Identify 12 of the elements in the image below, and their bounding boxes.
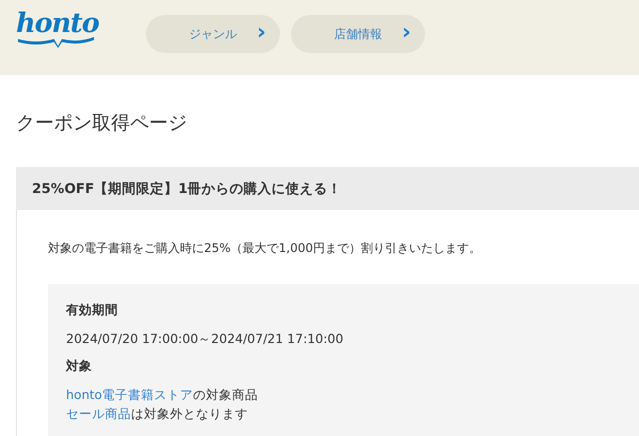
detail-text: honto電子書籍ストアの対象商品 xyxy=(66,386,260,404)
nav-button[interactable]: ジャンル › xyxy=(146,15,280,53)
coupon-description: 対象の電子書籍をご購入時に25%（最大で1,000円まで）割り引きいたします。 xyxy=(48,240,482,257)
detail-label: 有効期間 xyxy=(66,302,119,319)
link[interactable]: honto電子書籍ストア xyxy=(66,387,194,402)
detail-label: 対象 xyxy=(66,358,93,375)
coupon-heading: 25%OFF【期間限定】1冊からの購入に使える！ xyxy=(16,167,639,210)
detail-text: セール商品は対象外となります xyxy=(66,405,249,423)
page-title: クーポン取得ページ xyxy=(15,111,188,132)
detail-text: 2024/07/20 17:00:00～2024/07/21 17:10:00 xyxy=(66,330,344,348)
link[interactable]: セール商品 xyxy=(66,406,131,421)
nav-button[interactable]: 店舗情報 › xyxy=(291,15,425,53)
